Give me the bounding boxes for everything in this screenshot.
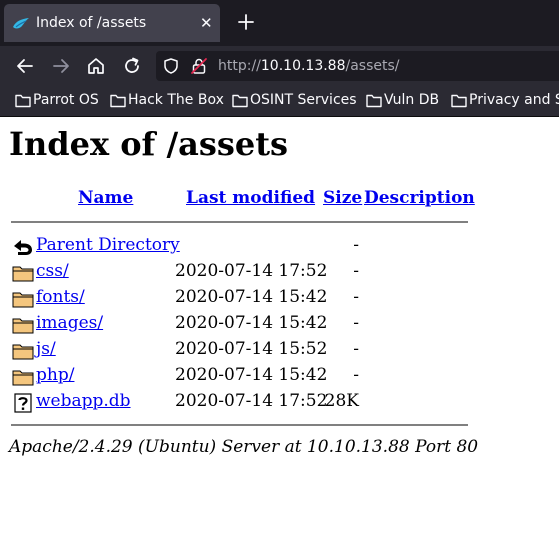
folder-icon [366,94,382,108]
reload-icon[interactable] [122,56,142,76]
file-size: - [353,287,359,307]
column-header-last-modified[interactable]: Last modified [186,188,315,208]
column-header-name[interactable]: Name [78,188,133,208]
page-title: Index of /assets [9,125,289,163]
column-header-description[interactable]: Description [364,188,475,208]
folder-icon [12,344,34,360]
file-link[interactable]: fonts/ [36,287,85,307]
folder-icon [15,94,31,108]
page-content: Index of /assets Name Last modified Size… [0,117,559,537]
back-arrow-icon[interactable] [15,56,35,76]
folder-icon [232,94,248,108]
table-row: images/ 2020-07-14 15:42 - [0,313,470,337]
header-divider [11,221,468,223]
plus-icon[interactable] [236,12,256,32]
navigation-toolbar: http://10.10.13.88/assets/ [0,46,559,86]
folder-icon [12,292,34,308]
last-modified: 2020-07-14 17:52 [175,391,328,411]
forward-arrow-icon[interactable] [51,56,71,76]
server-signature: Apache/2.4.29 (Ubuntu) Server at 10.10.1… [9,437,479,457]
last-modified: 2020-07-14 17:52 [175,261,328,281]
table-row: webapp.db 2020-07-14 17:52 28K [0,391,470,415]
last-modified: 2020-07-14 15:42 [175,287,328,307]
table-row: Parent Directory - [0,235,470,259]
file-size: - [353,261,359,281]
file-link[interactable]: webapp.db [36,391,131,411]
file-size: 28K [324,391,359,411]
table-row: js/ 2020-07-14 15:52 - [0,339,470,363]
table-row: css/ 2020-07-14 17:52 - [0,261,470,285]
tab-title: Index of /assets [36,15,147,31]
table-row: fonts/ 2020-07-14 15:42 - [0,287,470,311]
close-tab-icon[interactable]: ✕ [200,15,213,31]
file-size: - [353,235,359,255]
last-modified: 2020-07-14 15:42 [175,313,328,333]
file-size: - [353,313,359,333]
tracking-protection-shield-icon[interactable] [162,57,180,75]
file-link[interactable]: css/ [36,261,69,281]
footer-divider [11,424,468,426]
folder-icon [12,370,34,386]
active-tab[interactable]: Index of /assets ✕ [4,4,220,42]
url-text[interactable]: http://10.10.13.88/assets/ [218,58,400,74]
home-icon[interactable] [86,56,106,76]
file-size: - [353,339,359,359]
file-link[interactable]: php/ [36,365,74,385]
folder-icon [451,94,467,108]
file-link[interactable]: Parent Directory [36,235,180,255]
column-header-size[interactable]: Size [323,188,362,208]
file-link[interactable]: js/ [36,339,56,359]
table-row: php/ 2020-07-14 15:42 - [0,365,470,389]
unknown-file-icon [14,393,32,413]
tab-strip: Index of /assets ✕ [0,0,559,46]
parrot-icon [13,18,29,29]
file-size: - [353,365,359,385]
parent-directory-icon [14,240,32,255]
file-link[interactable]: images/ [36,313,103,333]
insecure-lock-icon[interactable] [190,57,208,75]
url-bar[interactable]: http://10.10.13.88/assets/ [156,51,559,81]
folder-icon [12,266,34,282]
folder-icon [12,318,34,334]
bookmarks-toolbar: Parrot OS Hack The Box OSINT Services Vu… [0,86,559,116]
folder-icon [110,94,126,108]
last-modified: 2020-07-14 15:42 [175,365,328,385]
last-modified: 2020-07-14 15:52 [175,339,328,359]
